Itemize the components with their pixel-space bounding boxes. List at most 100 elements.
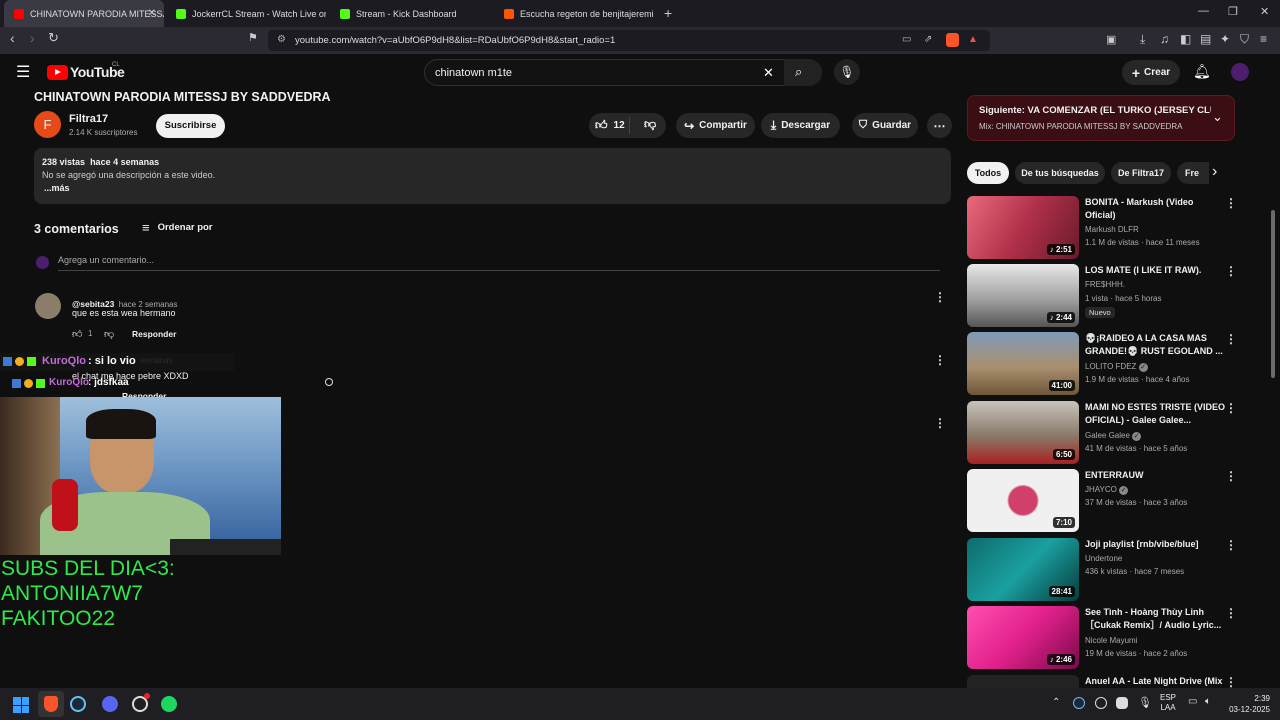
video-thumbnail[interactable]	[967, 675, 1079, 688]
reload-icon[interactable]: ↻	[48, 30, 59, 46]
sort-comments-button[interactable]: ≡ Ordenar por	[142, 220, 213, 235]
taskbar-brave[interactable]	[38, 691, 64, 717]
create-button[interactable]: + Crear	[1122, 60, 1180, 85]
video-card-title[interactable]: Joji playlist [rnb/vibe/blue]	[1085, 538, 1225, 551]
video-card[interactable]: Anuel AA - Late Night Drive (Mix ⋮	[967, 675, 1245, 688]
windows-start-icon[interactable]	[13, 697, 29, 713]
steam-icon[interactable]	[70, 696, 86, 712]
page-scrollbar[interactable]	[1271, 210, 1275, 378]
bookmark-icon[interactable]: ⚑	[248, 31, 258, 44]
video-card[interactable]: 41:00 💀¡RAIDEO A LA CASA MAS GRANDE!💀 RU…	[967, 332, 1245, 396]
video-options-icon[interactable]: ⋮	[1225, 401, 1237, 415]
share-button[interactable]: ↪ Compartir	[676, 113, 755, 138]
comment-avatar[interactable]	[35, 293, 61, 319]
comment-dislike-icon[interactable]: 👎︎	[104, 328, 114, 340]
video-thumbnail[interactable]: 6:50	[967, 401, 1079, 464]
channel-avatar[interactable]: F	[34, 111, 61, 138]
discord-icon[interactable]	[102, 696, 118, 712]
sidebar-icon[interactable]: ◧	[1180, 32, 1191, 46]
cast-icon[interactable]: ▭	[902, 34, 911, 45]
more-actions-icon[interactable]: ⋯	[927, 113, 952, 138]
comment-options-icon[interactable]: ⋮	[934, 353, 946, 367]
tab-youtube[interactable]: CHINATOWN PARODIA MITESSJ ✕	[4, 0, 164, 27]
site-info-icon[interactable]: ⚙	[277, 34, 286, 45]
share-page-icon[interactable]: ⇗	[924, 34, 932, 45]
download-button[interactable]: ⤓ Descargar	[761, 113, 840, 138]
language-indicator[interactable]: ESP LAA	[1160, 693, 1176, 713]
notifications-icon[interactable]: 🔔︎	[1193, 63, 1211, 80]
tab-soundcloud[interactable]: Escucha regeton de benjitajeremias |	[494, 0, 654, 27]
video-card-title[interactable]: See Tình - Hoàng Thùy Linh ［Cukak Remix］…	[1085, 606, 1225, 633]
back-icon[interactable]: ‹	[10, 30, 15, 46]
comment-like-icon[interactable]: 👍︎	[72, 328, 82, 340]
close-tab-icon[interactable]: ✕	[148, 8, 156, 19]
menu-icon[interactable]: ≡	[1260, 32, 1267, 46]
video-card[interactable]: ♪ 2:44 LOS MATE (I LIKE IT RAW). FRE$HHH…	[967, 264, 1245, 328]
close-window-icon[interactable]: ✕	[1260, 5, 1269, 18]
video-card-title[interactable]: LOS MATE (I LIKE IT RAW).	[1085, 264, 1225, 277]
video-options-icon[interactable]: ⋮	[1225, 332, 1237, 346]
brave-rewards-icon[interactable]: ▲	[968, 34, 978, 45]
avatar[interactable]	[1231, 63, 1249, 81]
video-card[interactable]: 7:10 ENTERRAUW JHAYCO ✓ 37 M de vistas ·…	[967, 469, 1245, 533]
video-card-channel[interactable]: Nicole Mayumi	[1085, 636, 1137, 645]
video-options-icon[interactable]: ⋮	[1225, 538, 1237, 552]
video-thumbnail[interactable]: ♪ 2:51	[967, 196, 1079, 259]
tray-steam-icon[interactable]	[1073, 697, 1085, 709]
chip-from-channel[interactable]: De Filtra17	[1111, 162, 1171, 184]
restore-icon[interactable]: ❐	[1228, 5, 1238, 18]
search-input[interactable]: chinatown m1te ✕	[424, 59, 822, 86]
video-options-icon[interactable]: ⋮	[1225, 196, 1237, 210]
video-thumbnail[interactable]: ♪ 2:44	[967, 264, 1079, 327]
video-card-title[interactable]: Anuel AA - Late Night Drive (Mix	[1085, 675, 1225, 688]
video-thumbnail[interactable]: 28:41	[967, 538, 1079, 601]
video-card-channel[interactable]: Undertone	[1085, 554, 1122, 563]
video-card-channel[interactable]: FRE$HHH.	[1085, 280, 1125, 289]
video-card[interactable]: 28:41 Joji playlist [rnb/vibe/blue] Unde…	[967, 538, 1245, 602]
brave-shields-icon[interactable]	[946, 33, 959, 47]
comment-options-icon[interactable]: ⋮	[934, 416, 946, 430]
save-button[interactable]: ⛉ Guardar	[852, 113, 918, 138]
video-card-channel[interactable]: Markush DLFR	[1085, 225, 1139, 234]
video-options-icon[interactable]: ⋮	[1225, 469, 1237, 483]
tray-microphone-icon[interactable]: 🎙	[1138, 696, 1152, 709]
wallet-icon[interactable]: ▤	[1200, 32, 1211, 46]
video-card[interactable]: ♪ 2:51 BONITA - Markush (Video Oficial) …	[967, 196, 1245, 260]
chip-from-searches[interactable]: De tus búsquedas	[1015, 162, 1105, 184]
mix-playlist-panel[interactable]: Siguiente: VA COMENZAR (EL TURKO (JERSEY…	[967, 95, 1235, 141]
tray-discord-icon[interactable]	[1116, 697, 1128, 709]
like-count[interactable]: 12	[614, 120, 625, 131]
spotify-icon[interactable]	[161, 696, 177, 712]
chip-more[interactable]: Fre	[1177, 162, 1209, 184]
video-card-channel[interactable]: Galee Galee	[1085, 431, 1130, 440]
video-thumbnail[interactable]: ♪ 2:46	[967, 606, 1079, 669]
video-card-title[interactable]: BONITA - Markush (Video Oficial)	[1085, 196, 1225, 222]
vpn-icon[interactable]: ⛉	[1240, 32, 1249, 47]
chevron-right-icon[interactable]: ›	[1212, 163, 1217, 181]
forward-icon[interactable]: ›	[30, 30, 35, 46]
video-card-channel[interactable]: JHAYCO	[1085, 485, 1117, 494]
clock[interactable]: 2:39 03-12-2025	[1224, 693, 1270, 715]
dislike-icon[interactable]: 👎︎	[644, 117, 656, 132]
video-thumbnail[interactable]: 41:00	[967, 332, 1079, 395]
youtube-logo-icon[interactable]	[47, 65, 68, 80]
new-tab-icon[interactable]: +	[664, 5, 672, 21]
reply-button[interactable]: Responder	[132, 329, 176, 339]
search-button[interactable]: ⌕	[784, 59, 822, 86]
video-card-channel[interactable]: LOLITO FDEZ	[1085, 362, 1136, 371]
address-bar[interactable]: ⚙ youtube.com/watch?v=aUbfO6P9dH8&list=R…	[268, 30, 990, 51]
subscribe-button[interactable]: Suscribirse	[156, 114, 225, 138]
video-card-title[interactable]: ENTERRAUW	[1085, 469, 1225, 482]
media-icon[interactable]: ♫	[1160, 32, 1169, 46]
video-options-icon[interactable]: ⋮	[1225, 675, 1237, 688]
description-box[interactable]: 238 vistas hace 4 semanas No se agregó u…	[34, 148, 951, 204]
video-thumbnail[interactable]: 7:10	[967, 469, 1079, 532]
add-comment-input[interactable]: Agrega un comentario...	[58, 255, 940, 271]
sidebar-toggle-icon[interactable]: ▣	[1106, 33, 1116, 46]
voice-search-icon[interactable]: 🎙	[834, 59, 860, 85]
video-options-icon[interactable]: ⋮	[1225, 264, 1237, 278]
leo-ai-icon[interactable]: ✦	[1220, 32, 1230, 46]
tab-kick-stream[interactable]: JockerrCL Stream - Watch Live on Kic	[166, 0, 326, 27]
channel-name[interactable]: Filtra17	[69, 113, 108, 125]
like-icon[interactable]: 👍︎	[595, 118, 608, 133]
